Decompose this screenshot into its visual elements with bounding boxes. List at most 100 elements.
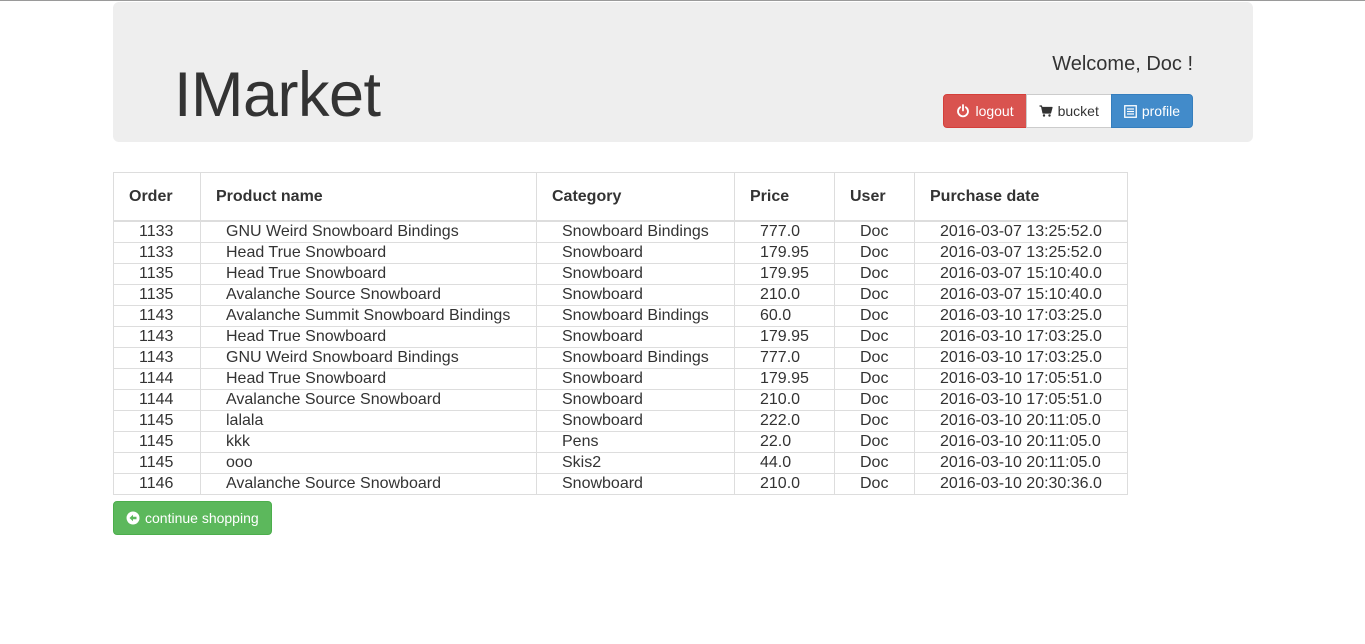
cell-category: Snowboard Bindings (536, 305, 735, 327)
cell-order: 1143 (113, 305, 201, 327)
cell-product-name: Avalanche Summit Snowboard Bindings (200, 305, 537, 327)
cell-order: 1143 (113, 347, 201, 369)
bucket-button[interactable]: bucket (1025, 94, 1112, 128)
cell-category: Snowboard Bindings (536, 347, 735, 369)
brand-title: IMarket (174, 60, 381, 130)
cell-product-name: Avalanche Source Snowboard (200, 284, 537, 306)
table-row: 1143 Avalanche Summit Snowboard Bindings S… (113, 305, 1128, 327)
table-row: 1135 Head True Snowboard Snowboard 179.95 Do… (113, 263, 1128, 285)
column-header-product-name: Product name (200, 172, 537, 222)
cell-price: 179.95 (734, 242, 835, 264)
cell-order: 1144 (113, 368, 201, 390)
table-row: 1133 Head True Snowboard Snowboard 179.95 Do… (113, 242, 1128, 264)
cell-order: 1133 (113, 242, 201, 264)
orders-table: Order Product name Category Price User P… (113, 172, 1128, 495)
cell-order: 1135 (113, 284, 201, 306)
cell-product-name: Avalanche Source Snowboard (200, 389, 537, 411)
cell-order: 1133 (113, 220, 201, 243)
cell-user: Doc (834, 220, 915, 243)
cell-purchase-date: 2016-03-07 13:25:52.0 (914, 220, 1128, 243)
welcome-message: Welcome, Doc ! (1052, 53, 1193, 75)
column-header-category: Category (536, 172, 735, 222)
logout-button[interactable]: logout (943, 94, 1027, 128)
cell-order: 1144 (113, 389, 201, 411)
account-button-group: logout bucket profile (943, 94, 1193, 128)
cell-category: Snowboard (536, 242, 735, 264)
cell-purchase-date: 2016-03-07 13:25:52.0 (914, 242, 1128, 264)
cart-icon (1039, 104, 1053, 118)
cell-price: 179.95 (734, 263, 835, 285)
cell-price: 179.95 (734, 326, 835, 348)
table-row: 1145 lalala Snowboard 222.0 Doc 2016-03-10 20… (113, 410, 1128, 432)
cell-category: Pens (536, 431, 735, 453)
orders-table-body: 1133 GNU Weird Snowboard Bindings Snowboar… (113, 220, 1128, 495)
cell-price: 222.0 (734, 410, 835, 432)
column-header-price: Price (734, 172, 835, 222)
cell-product-name: GNU Weird Snowboard Bindings (200, 347, 537, 369)
cell-order: 1145 (113, 452, 201, 474)
cell-purchase-date: 2016-03-10 17:03:25.0 (914, 326, 1128, 348)
cell-user: Doc (834, 452, 915, 474)
cell-purchase-date: 2016-03-07 15:10:40.0 (914, 284, 1128, 306)
cell-user: Doc (834, 389, 915, 411)
cell-purchase-date: 2016-03-10 17:05:51.0 (914, 389, 1128, 411)
cell-product-name: Head True Snowboard (200, 242, 537, 264)
cell-purchase-date: 2016-03-10 17:03:25.0 (914, 347, 1128, 369)
logout-label: logout (975, 103, 1014, 119)
profile-label: profile (1141, 103, 1180, 119)
cell-price: 44.0 (734, 452, 835, 474)
cell-product-name: Head True Snowboard (200, 263, 537, 285)
continue-shopping-label: continue shopping (145, 510, 259, 526)
cell-user: Doc (834, 431, 915, 453)
cell-category: Snowboard (536, 263, 735, 285)
cell-purchase-date: 2016-03-10 17:03:25.0 (914, 305, 1128, 327)
table-header-row: Order Product name Category Price User P… (113, 172, 1128, 222)
cell-order: 1145 (113, 431, 201, 453)
list-icon (1123, 104, 1137, 118)
table-row: 1144 Avalanche Source Snowboard Snowboard 2… (113, 389, 1128, 411)
cell-purchase-date: 2016-03-07 15:10:40.0 (914, 263, 1128, 285)
cell-user: Doc (834, 368, 915, 390)
table-row: 1144 Head True Snowboard Snowboard 179.95 Do… (113, 368, 1128, 390)
cell-price: 210.0 (734, 389, 835, 411)
table-row: 1135 Avalanche Source Snowboard Snowboard 2… (113, 284, 1128, 306)
cell-product-name: GNU Weird Snowboard Bindings (200, 220, 537, 243)
cell-purchase-date: 2016-03-10 20:11:05.0 (914, 452, 1128, 474)
cell-category: Snowboard (536, 326, 735, 348)
cell-product-name: Head True Snowboard (200, 326, 537, 348)
cell-category: Snowboard (536, 473, 735, 495)
cell-price: 179.95 (734, 368, 835, 390)
cell-user: Doc (834, 263, 915, 285)
circle-arrow-left-icon (126, 511, 140, 525)
table-row: 1146 Avalanche Source Snowboard Snowboard 2… (113, 473, 1128, 495)
cell-user: Doc (834, 284, 915, 306)
cell-product-name: ooo (200, 452, 537, 474)
table-row: 1143 GNU Weird Snowboard Bindings Snowboar… (113, 347, 1128, 369)
cell-price: 210.0 (734, 473, 835, 495)
cell-order: 1143 (113, 326, 201, 348)
table-row: 1145 kkk Pens 22.0 Doc 2016-03-10 20:11:05.0 (113, 431, 1128, 453)
table-row: 1143 Head True Snowboard Snowboard 179.95 Do… (113, 326, 1128, 348)
cell-order: 1135 (113, 263, 201, 285)
cell-product-name: kkk (200, 431, 537, 453)
cell-category: Snowboard (536, 389, 735, 411)
cell-price: 777.0 (734, 347, 835, 369)
cell-purchase-date: 2016-03-10 17:05:51.0 (914, 368, 1128, 390)
cell-user: Doc (834, 242, 915, 264)
cell-price: 22.0 (734, 431, 835, 453)
cell-user: Doc (834, 305, 915, 327)
cell-purchase-date: 2016-03-10 20:30:36.0 (914, 473, 1128, 495)
header-panel: IMarket Welcome, Doc ! logout bucket pro… (113, 2, 1253, 142)
cell-user: Doc (834, 326, 915, 348)
continue-shopping-button[interactable]: continue shopping (113, 501, 272, 535)
cell-purchase-date: 2016-03-10 20:11:05.0 (914, 431, 1128, 453)
cell-category: Snowboard (536, 410, 735, 432)
table-row: 1145 ooo Skis2 44.0 Doc 2016-03-10 20:11:05.0 (113, 452, 1128, 474)
cell-category: Snowboard Bindings (536, 220, 735, 243)
column-header-purchase-date: Purchase date (914, 172, 1128, 222)
cell-category: Skis2 (536, 452, 735, 474)
cell-product-name: Head True Snowboard (200, 368, 537, 390)
profile-button[interactable]: profile (1110, 94, 1193, 128)
column-header-user: User (834, 172, 915, 222)
cell-user: Doc (834, 347, 915, 369)
